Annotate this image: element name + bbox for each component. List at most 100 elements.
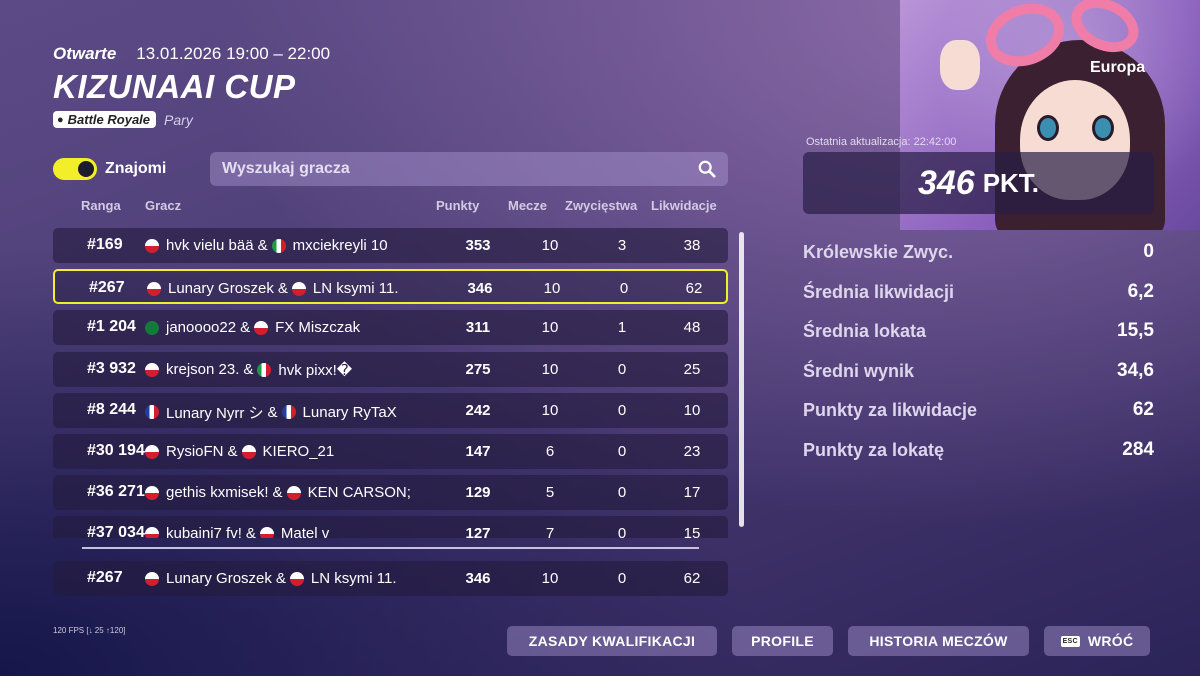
art-eye <box>1092 115 1114 141</box>
stat-value: 0 <box>1143 241 1154 262</box>
wins-cell: 0 <box>617 525 627 538</box>
rank-cell: #8 244 <box>87 400 136 418</box>
match-history-button[interactable]: HISTORIA MECZÓW <box>848 626 1029 656</box>
stat-row: Średnia lokata 15,5 <box>803 317 1154 357</box>
matches-cell: 7 <box>545 525 555 538</box>
player-name: Lunary Groszek <box>166 570 272 587</box>
eliminations-cell: 23 <box>683 443 701 460</box>
score-card: 346 PKT. <box>803 152 1154 214</box>
table-row[interactable]: #267 Lunary Groszek & LN ksymi 11. 346 10 0 62 <box>53 561 728 596</box>
wins-cell: 0 <box>617 360 627 378</box>
ampersand: & <box>275 570 286 587</box>
eliminations-cell: 15 <box>683 525 701 538</box>
players-cell: hvk vielu bää & mxciekreyli 10 <box>145 237 388 254</box>
rank-cell: #169 <box>87 236 123 253</box>
my-team-row[interactable]: #267 Lunary Groszek & LN ksymi 11. 346 10 0 62 <box>53 561 728 596</box>
players-cell: Lunary Nyrr シ & Lunary RyTaX <box>145 402 397 423</box>
toggle-switch[interactable] <box>53 158 97 180</box>
mode-label: Battle Royale <box>67 112 151 127</box>
stat-value: 15,5 <box>1117 320 1154 341</box>
leaderboard-scrollbar[interactable] <box>739 232 744 527</box>
players-cell: Lunary Groszek & LN ksymi 11. <box>147 280 398 297</box>
eliminations-cell: 62 <box>683 570 701 587</box>
stat-label: Średnia lokata <box>803 321 927 341</box>
eliminations-cell: 48 <box>683 319 701 337</box>
back-button[interactable]: ESC WRÓĆ <box>1044 626 1150 656</box>
stat-row: Średni wynik 34,6 <box>803 357 1154 397</box>
flag-icon <box>145 320 159 335</box>
table-row[interactable]: #3 932 krejson 23. & hvk pixx!� 275 10 0 25 <box>53 351 728 387</box>
flag-icon <box>286 485 301 500</box>
stat-label: Punkty za lokatę <box>803 439 945 460</box>
ampersand: & <box>227 443 238 460</box>
flag-icon <box>259 526 274 538</box>
points-cell: 127 <box>465 525 491 538</box>
points-cell: 353 <box>465 237 491 254</box>
flag-icon <box>145 238 159 253</box>
matches-cell: 10 <box>541 319 559 337</box>
rank-cell: #267 <box>89 279 125 297</box>
table-row[interactable]: #169 hvk vielu bää & mxciekreyli 10 353 10 3 38 <box>53 228 728 263</box>
table-row[interactable]: #1 204 janoooo22 & FX Miszczak 311 10 1 48 <box>53 310 728 346</box>
player-name: Lunary RyTaX <box>302 403 397 421</box>
table-row[interactable]: #8 244 Lunary Nyrr シ & Lunary RyTaX 242 10 0 10 <box>53 392 728 428</box>
stat-label: Punkty za likwidacje <box>803 400 978 420</box>
stat-value: 62 <box>1132 399 1154 420</box>
stats-list: Królewskie Zwyc. 0 Średnia likwidacji 6,2 Śr… <box>803 238 1154 475</box>
points-cell: 147 <box>465 443 491 460</box>
leaderboard-list: #169 hvk vielu bää & mxciekreyli 10 353 10 3 38… <box>53 228 728 538</box>
table-row[interactable]: #30 194 RysioFN & KIERO_21 147 6 0 23 <box>53 434 728 469</box>
players-cell: krejson 23. & hvk pixx!� <box>145 361 352 379</box>
ampersand: & <box>257 237 268 254</box>
stat-row: Punkty za likwidacje 62 <box>803 396 1154 436</box>
stat-value: 6,2 <box>1127 280 1154 302</box>
table-row[interactable]: #267 Lunary Groszek & LN ksymi 11. 346 10 0 62 <box>53 269 728 305</box>
matches-cell: 6 <box>545 443 555 460</box>
column-headers: Ranga Gracz Punkty Mecze Zwycięstwa Likw… <box>53 198 728 214</box>
friends-label: Znajomi <box>105 160 167 177</box>
rank-cell: #267 <box>87 569 123 586</box>
event-datetime: 13.01.2026 19:00 – 22:00 <box>136 44 331 63</box>
flag-icon <box>145 362 159 377</box>
player-name: RysioFN <box>166 443 224 460</box>
player-name: LN ksymi 11. <box>312 280 399 298</box>
mode-badge: ● Battle Royale <box>53 111 157 128</box>
wins-cell: 0 <box>617 443 627 460</box>
search-box[interactable] <box>210 152 728 186</box>
col-matches: Mecze <box>508 198 548 213</box>
rank-cell: #3 932 <box>87 359 136 377</box>
eliminations-cell: 17 <box>683 484 701 502</box>
flag-icon <box>145 485 159 500</box>
score-value: 346 <box>917 163 975 202</box>
matches-cell: 5 <box>545 484 555 502</box>
search-icon[interactable] <box>698 160 716 178</box>
points-cell: 129 <box>465 484 491 502</box>
fps-counter: 120 FPS [↓ 25 ↑120] <box>53 626 126 635</box>
player-name: mxciekreyli 10 <box>292 237 388 254</box>
player-name: Lunary Nyrr シ <box>166 404 264 422</box>
rank-cell: #30 194 <box>87 442 145 459</box>
flag-icon <box>145 444 159 459</box>
table-row[interactable]: #37 034 kubaini7 fv! & Matel v 127 7 0 15 <box>53 516 728 538</box>
qualification-rules-button[interactable]: ZASADY KWALIFIKACJI <box>507 626 717 656</box>
ampersand: & <box>272 484 283 502</box>
profile-button[interactable]: PROFILE <box>732 626 833 656</box>
toggle-knob <box>78 161 94 177</box>
players-cell: janoooo22 & FX Miszczak <box>145 319 360 336</box>
friends-toggle[interactable]: Znajomi <box>53 158 166 180</box>
eliminations-cell: 10 <box>683 401 701 419</box>
wins-cell: 0 <box>617 401 627 419</box>
flag-icon <box>241 444 256 459</box>
stat-label: Średni wynik <box>803 360 915 381</box>
stat-row: Królewskie Zwyc. 0 <box>803 238 1154 278</box>
flag-icon <box>271 238 286 253</box>
search-input[interactable] <box>222 160 698 178</box>
event-header: Otwarte 13.01.2026 19:00 – 22:00 KIZUNAA… <box>53 44 330 128</box>
player-name: FX Miszczak <box>275 319 361 337</box>
player-name: hvk vielu bää <box>166 237 254 254</box>
eliminations-cell: 62 <box>685 280 703 298</box>
points-cell: 346 <box>465 570 491 587</box>
battle-royale-icon: ● <box>57 113 64 126</box>
table-row[interactable]: #36 271 gethis kxmisek! & KEN CARSON; 129 5 0 1… <box>53 475 728 511</box>
player-name: hvk pixx!� <box>278 361 353 379</box>
